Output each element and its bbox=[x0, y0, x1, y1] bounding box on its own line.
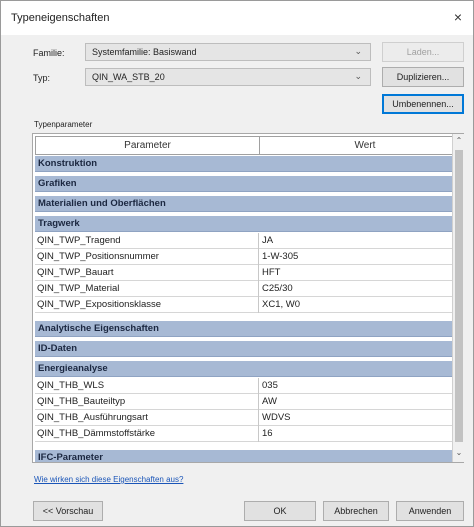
parameter-value[interactable]: XC1, W0 bbox=[259, 297, 463, 313]
parameter-value[interactable]: WDVS bbox=[259, 410, 463, 426]
apply-button[interactable]: Anwenden bbox=[396, 501, 464, 521]
type-dropdown[interactable]: QIN_WA_STB_20 ⌄ bbox=[85, 68, 371, 86]
rename-button[interactable]: Umbenennen... bbox=[382, 94, 464, 114]
scroll-down-icon[interactable]: ⌄ bbox=[453, 448, 465, 460]
preview-button[interactable]: << Vorschau bbox=[33, 501, 103, 521]
duplicate-button[interactable]: Duplizieren... bbox=[382, 67, 464, 87]
parameter-name: QIN_TWP_Material bbox=[35, 281, 259, 297]
table-row: QIN_THB_Bauteiltyp AW bbox=[35, 394, 463, 410]
scrollbar-thumb[interactable] bbox=[455, 150, 463, 442]
title-bar: Typeneigenschaften × bbox=[1, 1, 473, 35]
group-row-konstruktion[interactable]: Konstruktion ▼ bbox=[35, 156, 463, 172]
table-row: QIN_TWP_Positionsnummer 1-W-305 bbox=[35, 249, 463, 265]
column-header-value[interactable]: Wert bbox=[259, 136, 463, 155]
family-label: Familie: bbox=[33, 48, 65, 58]
vertical-scrollbar[interactable]: ⌃ ⌄ bbox=[452, 134, 464, 462]
type-label: Typ: bbox=[33, 73, 51, 83]
column-header-parameter[interactable]: Parameter bbox=[35, 136, 260, 155]
parameter-value[interactable]: HFT bbox=[259, 265, 463, 281]
group-label: Grafiken bbox=[38, 178, 77, 189]
table-row: QIN_TWP_Bauart HFT bbox=[35, 265, 463, 281]
group-label: ID-Daten bbox=[38, 343, 78, 354]
group-row-ifc-parameter[interactable]: IFC-Parameter ▼ bbox=[35, 450, 463, 463]
group-label: Konstruktion bbox=[38, 158, 98, 169]
parameter-value[interactable]: 035 bbox=[259, 378, 463, 394]
parameter-name: QIN_TWP_Bauart bbox=[35, 265, 259, 281]
group-label: Analytische Eigenschaften bbox=[38, 323, 159, 334]
parameter-value[interactable]: C25/30 bbox=[259, 281, 463, 297]
parameter-name: QIN_THB_WLS bbox=[35, 378, 259, 394]
table-row: QIN_TWP_Expositionsklasse XC1, W0 bbox=[35, 297, 463, 313]
parameter-value[interactable]: AW bbox=[259, 394, 463, 410]
table-row: QIN_THB_WLS 035 bbox=[35, 378, 463, 394]
parameter-name: QIN_TWP_Tragend bbox=[35, 233, 259, 249]
type-properties-dialog: Typeneigenschaften × Familie: Systemfami… bbox=[0, 0, 474, 527]
parameter-value[interactable]: 16 bbox=[259, 426, 463, 442]
parameter-name: QIN_THB_Dämmstoffstärke bbox=[35, 426, 259, 442]
table-row: QIN_THB_Ausführungsart WDVS bbox=[35, 410, 463, 426]
group-label: Materialien und Oberflächen bbox=[38, 198, 166, 209]
group-row-grafiken[interactable]: Grafiken ▼ bbox=[35, 176, 463, 192]
table-row: QIN_THB_Dämmstoffstärke 16 bbox=[35, 426, 463, 442]
group-row-energieanalyse[interactable]: Energieanalyse ▲ bbox=[35, 361, 463, 377]
type-value: QIN_WA_STB_20 bbox=[92, 72, 165, 82]
parameter-name: QIN_THB_Bauteiltyp bbox=[35, 394, 259, 410]
window-title: Typeneigenschaften bbox=[11, 12, 110, 24]
type-parameters-label: Typenparameter bbox=[34, 120, 93, 129]
ok-button[interactable]: OK bbox=[244, 501, 316, 521]
group-label: Tragwerk bbox=[38, 218, 80, 229]
help-link[interactable]: Wie wirken sich diese Eigenschaften aus? bbox=[34, 475, 183, 484]
parameter-name: QIN_TWP_Positionsnummer bbox=[35, 249, 259, 265]
group-row-analytische-eigenschaften[interactable]: Analytische Eigenschaften ▼ bbox=[35, 321, 463, 337]
group-label: Energieanalyse bbox=[38, 363, 108, 374]
table-row: QIN_TWP_Material C25/30 bbox=[35, 281, 463, 297]
chevron-down-icon: ⌄ bbox=[354, 46, 362, 56]
scroll-up-icon[interactable]: ⌃ bbox=[453, 136, 465, 148]
load-button[interactable]: Laden... bbox=[382, 42, 464, 62]
group-row-materialien[interactable]: Materialien und Oberflächen ▼ bbox=[35, 196, 463, 212]
group-row-id-daten[interactable]: ID-Daten ▼ bbox=[35, 341, 463, 357]
chevron-down-icon: ⌄ bbox=[354, 71, 362, 81]
family-value: Systemfamilie: Basiswand bbox=[92, 47, 197, 57]
parameter-value[interactable]: JA bbox=[259, 233, 463, 249]
parameter-value[interactable]: 1-W-305 bbox=[259, 249, 463, 265]
cancel-button[interactable]: Abbrechen bbox=[323, 501, 389, 521]
group-label: IFC-Parameter bbox=[38, 452, 103, 463]
table-row: QIN_TWP_Tragend JA bbox=[35, 233, 463, 249]
parameter-name: QIN_THB_Ausführungsart bbox=[35, 410, 259, 426]
close-icon[interactable]: × bbox=[449, 8, 467, 26]
parameter-name: QIN_TWP_Expositionsklasse bbox=[35, 297, 259, 313]
group-row-tragwerk[interactable]: Tragwerk ▲ bbox=[35, 216, 463, 232]
parameter-grid: Parameter Wert = Konstruktion ▼ Grafiken… bbox=[32, 133, 464, 463]
family-dropdown[interactable]: Systemfamilie: Basiswand ⌄ bbox=[85, 43, 371, 61]
